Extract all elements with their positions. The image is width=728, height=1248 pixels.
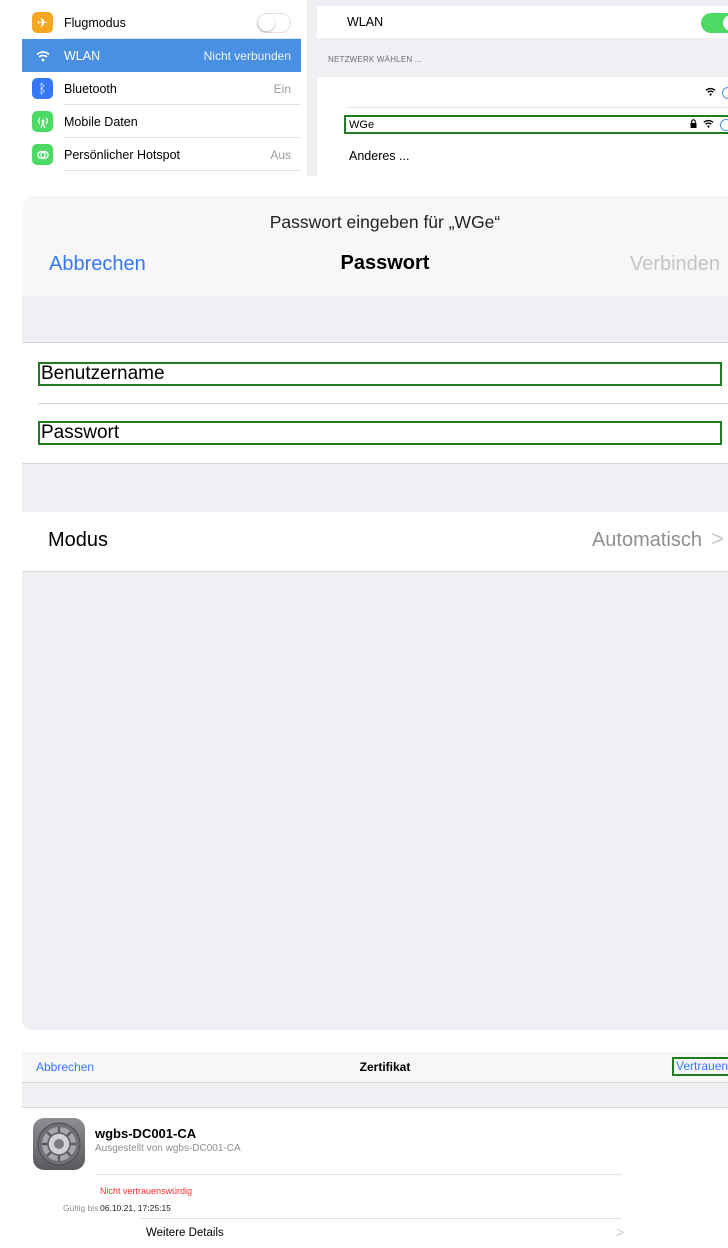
pane-divider: [307, 0, 317, 176]
section-gap: [22, 296, 728, 343]
network-row-wge[interactable]: WGe: [344, 115, 728, 134]
username-input[interactable]: [38, 362, 722, 386]
network-icons: [705, 87, 728, 99]
sidebar-item-mobile-daten[interactable]: Mobile Daten: [22, 105, 301, 138]
section-gap: [22, 463, 728, 513]
certificate-header: Abbrechen Zertifikat Vertrauen: [22, 1052, 728, 1083]
section-gap: [22, 1083, 728, 1108]
network-name: Anderes ...: [349, 149, 410, 163]
sidebar-item-label: Flugmodus: [64, 15, 126, 30]
trust-button[interactable]: Vertrauen: [672, 1057, 728, 1076]
row-divider: [64, 170, 301, 171]
password-input[interactable]: [38, 421, 722, 445]
sidebar-item-label: Bluetooth: [64, 81, 117, 96]
certificate-title: Zertifikat: [359, 1060, 411, 1074]
sheet-header: Passwort eingeben für „WGe“ Abbrechen Pa…: [22, 196, 728, 297]
valid-until-value: 06.10.21, 17:25:15: [100, 1203, 171, 1213]
certificate-sheet: Abbrechen Zertifikat Vertrauen wgbs-DC00…: [22, 1052, 728, 1248]
sidebar-item-wlan[interactable]: WLAN Nicht verbunden: [22, 39, 301, 72]
sidebar-item-bluetooth[interactable]: ᛒ Bluetooth Ein: [22, 72, 301, 105]
settings-sidebar: ✈ Flugmodus WLAN Nicht verbunden ᛒ Bluet…: [22, 4, 301, 172]
mode-value: Automatisch: [591, 529, 702, 551]
sidebar-item-hotspot[interactable]: Persönlicher Hotspot Aus: [22, 138, 301, 171]
flugmodus-toggle[interactable]: [257, 12, 291, 33]
wlan-label: WLAN: [347, 15, 384, 29]
row-divider: [95, 1174, 622, 1175]
certificate-name: wgbs-DC001-CA: [95, 1126, 197, 1141]
password-row: [22, 404, 728, 464]
password-sheet: Passwort eingeben für „WGe“ Abbrechen Pa…: [22, 196, 728, 1030]
wlan-toggle[interactable]: [701, 13, 728, 33]
sidebar-item-label: WLAN: [64, 48, 101, 63]
wifi-icon: [32, 45, 53, 66]
network-row[interactable]: [317, 77, 728, 108]
row-divider: [140, 1218, 622, 1219]
valid-until-label: Gültig bis: [63, 1203, 99, 1213]
more-details-link[interactable]: Weitere Details: [146, 1227, 224, 1239]
wifi-icon: [705, 87, 716, 99]
network-name: WGe: [349, 119, 375, 131]
info-icon[interactable]: [720, 119, 728, 131]
username-row: [22, 343, 728, 403]
info-icon[interactable]: [722, 87, 728, 99]
mode-label: Modus: [48, 529, 109, 551]
row-divider: [347, 107, 728, 108]
password-prompt: Passwort eingeben für „WGe“: [269, 212, 501, 232]
sidebar-item-label: Persönlicher Hotspot: [64, 147, 181, 162]
settings-panel: ✈ Flugmodus WLAN Nicht verbunden ᛒ Bluet…: [0, 0, 728, 176]
mode-row[interactable]: Modus Automatisch >: [22, 512, 728, 572]
section-header: NETZWERK WÄHLEN ...: [328, 55, 423, 64]
antenna-icon: [32, 111, 53, 132]
sidebar-item-label: Mobile Daten: [64, 114, 138, 129]
certificate-issuer: Ausgestellt von wgbs-DC001-CA: [95, 1143, 241, 1154]
sidebar-item-flugmodus[interactable]: ✈ Flugmodus: [22, 6, 301, 39]
wlan-toggle-row: WLAN: [317, 6, 728, 38]
connect-button[interactable]: Verbinden: [630, 253, 720, 276]
sidebar-item-value: Aus: [270, 147, 291, 162]
airplane-icon: ✈: [32, 12, 53, 33]
wifi-icon: [703, 119, 714, 131]
toggle-knob: [723, 15, 728, 31]
sheet-empty-area: [22, 572, 728, 1030]
chevron-right-icon: >: [616, 1224, 625, 1240]
trust-status: Nicht vertrauenswürdig: [100, 1186, 193, 1196]
sheet-title: Passwort: [340, 252, 430, 274]
toggle-knob: [258, 13, 275, 31]
bluetooth-icon: ᛒ: [32, 78, 53, 99]
sidebar-item-value: Ein: [273, 81, 291, 96]
settings-gear-icon: [33, 1118, 85, 1170]
hotspot-icon: [32, 144, 53, 165]
network-icons: [690, 119, 728, 131]
lock-icon: [690, 119, 697, 131]
wlan-detail-pane: WLAN NETZWERK WÄHLEN ... WGe Anderes ...: [317, 0, 728, 176]
chevron-right-icon: >: [711, 526, 724, 551]
network-row-other[interactable]: Anderes ...: [317, 139, 728, 170]
sidebar-item-value: Nicht verbunden: [203, 48, 291, 63]
network-list: WGe Anderes ...: [317, 77, 728, 176]
